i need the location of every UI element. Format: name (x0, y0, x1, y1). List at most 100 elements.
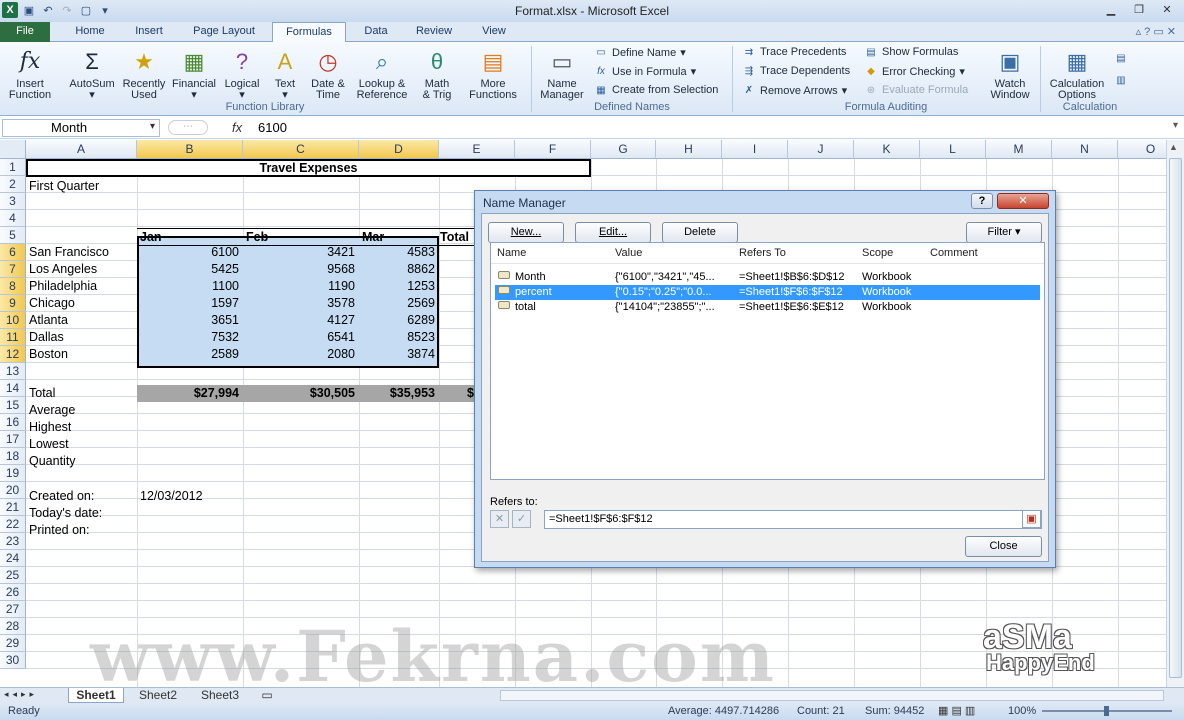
row-header-8[interactable]: 8 (0, 278, 26, 295)
text-button[interactable]: A Text ▾ (266, 46, 304, 101)
col-value-header[interactable]: Value (615, 247, 642, 259)
view-buttons-icon[interactable]: ▦ ▤ ▥ (938, 704, 975, 717)
total-jan-cell[interactable]: $27,994 (137, 385, 243, 402)
fx-icon[interactable]: fx (232, 120, 242, 135)
autosum-button[interactable]: Σ AutoSum ▾ (66, 46, 118, 101)
tab-formulas[interactable]: Formulas (272, 22, 346, 43)
col-header-l[interactable]: L (920, 140, 986, 159)
use-in-formula-button[interactable]: fx Use in Formula ▾ (594, 65, 696, 79)
sheet-tab-sheet3[interactable]: Sheet3 (192, 688, 248, 703)
value-cell-jan[interactable]: 1100 (137, 278, 243, 295)
evaluate-formula-button[interactable]: ⊛ Evaluate Formula (864, 84, 968, 96)
value-cell-jan[interactable]: 5425 (137, 261, 243, 278)
city-name-cell[interactable]: Philadelphia (29, 278, 137, 295)
value-cell-jan[interactable]: 1597 (137, 295, 243, 312)
remove-arrows-button[interactable]: ✗ Remove Arrows ▾ (742, 84, 847, 98)
cancel-edit-icon[interactable]: ✕ (490, 510, 509, 528)
row-header-4[interactable]: 4 (0, 210, 26, 227)
row-header-28[interactable]: 28 (0, 618, 26, 635)
calculate-sheet-button[interactable]: ▥ (1114, 74, 1128, 86)
row-header-21[interactable]: 21 (0, 499, 26, 516)
row-header-12[interactable]: 12 (0, 346, 26, 363)
vertical-scrollbar[interactable]: ▲ (1166, 140, 1184, 687)
lowest-label-cell[interactable]: Lowest (29, 436, 69, 453)
trace-dependents-button[interactable]: ⇶ Trace Dependents (742, 65, 850, 77)
select-all-corner[interactable] (0, 140, 26, 159)
highest-label-cell[interactable]: Highest (29, 419, 71, 436)
error-checking-button[interactable]: ◆ Error Checking ▾ (864, 65, 965, 79)
value-cell-mar[interactable]: 1253 (359, 278, 439, 295)
sheet-tab-sheet2[interactable]: Sheet2 (130, 688, 186, 703)
row-header-10[interactable]: 10 (0, 312, 26, 329)
calculation-options-button[interactable]: ▦ Calculation Options (1044, 46, 1110, 101)
col-refers-header[interactable]: Refers To (739, 247, 786, 259)
tab-view[interactable]: View (472, 22, 516, 42)
tab-insert[interactable]: Insert (124, 22, 174, 42)
value-cell-feb[interactable]: 1190 (243, 278, 359, 295)
row-header-22[interactable]: 22 (0, 516, 26, 533)
filter-button[interactable]: Filter ▾ (966, 222, 1042, 243)
col-header-c[interactable]: C (243, 140, 359, 159)
confirm-edit-icon[interactable]: ✓ (512, 510, 531, 528)
tab-file[interactable]: File (0, 22, 50, 42)
name-manager-button[interactable]: ▭ Name Manager (536, 46, 588, 101)
vertical-scroll-thumb[interactable] (1169, 158, 1182, 678)
tab-home[interactable]: Home (66, 22, 114, 42)
sheet-tab-sheet1[interactable]: Sheet1 (68, 688, 124, 703)
city-name-cell[interactable]: Dallas (29, 329, 137, 346)
value-cell-feb[interactable]: 4127 (243, 312, 359, 329)
new-name-button[interactable]: New... (488, 222, 564, 243)
value-cell-jan[interactable]: 7532 (137, 329, 243, 346)
created-on-label-cell[interactable]: Created on: (29, 488, 94, 505)
scroll-up-icon[interactable]: ▲ (1169, 142, 1178, 152)
total-grand-cell[interactable]: $ (467, 385, 474, 402)
value-cell-jan[interactable]: 6100 (137, 244, 243, 261)
name-box-dropdown-icon[interactable]: ▾ (150, 121, 155, 132)
todays-date-label-cell[interactable]: Today's date: (29, 505, 102, 522)
row-header-9[interactable]: 9 (0, 295, 26, 312)
col-header-j[interactable]: J (788, 140, 854, 159)
row-header-16[interactable]: 16 (0, 414, 26, 431)
zoom-level[interactable]: 100% (1008, 705, 1036, 717)
city-name-cell[interactable]: Los Angeles (29, 261, 137, 278)
row-header-24[interactable]: 24 (0, 550, 26, 567)
total-mar-cell[interactable]: $35,953 (359, 385, 439, 402)
col-header-h[interactable]: H (656, 140, 722, 159)
quantity-label-cell[interactable]: Quantity (29, 453, 76, 470)
col-header-b[interactable]: B (137, 140, 243, 159)
row-header-18[interactable]: 18 (0, 448, 26, 465)
value-cell-feb[interactable]: 3578 (243, 295, 359, 312)
average-label-cell[interactable]: Average (29, 402, 75, 419)
edit-name-button[interactable]: Edit... (575, 222, 651, 243)
name-box[interactable]: Month (2, 119, 160, 137)
first-quarter-cell[interactable]: First Quarter (29, 178, 99, 195)
lookup-reference-button[interactable]: ⌕ Lookup & Reference (352, 46, 412, 101)
col-header-i[interactable]: I (722, 140, 788, 159)
city-name-cell[interactable]: Atlanta (29, 312, 137, 329)
created-date-cell[interactable]: 12/03/2012 (140, 488, 203, 505)
recently-used-button[interactable]: ★ Recently Used (120, 46, 168, 101)
col-header-a[interactable]: A (26, 140, 137, 159)
row-header-29[interactable]: 29 (0, 635, 26, 652)
value-cell-jan[interactable]: 2589 (137, 346, 243, 363)
city-name-cell[interactable]: Chicago (29, 295, 137, 312)
value-cell-feb[interactable]: 3421 (243, 244, 359, 261)
col-header-d[interactable]: D (359, 140, 439, 159)
city-name-cell[interactable]: Boston (29, 346, 137, 363)
row-header-13[interactable]: 13 (0, 363, 26, 380)
sheet-nav-arrows-icon[interactable]: ◂◂▸▸ (4, 689, 38, 700)
col-name-header[interactable]: Name (497, 247, 526, 259)
city-name-cell[interactable]: San Francisco (29, 244, 137, 261)
trace-precedents-button[interactable]: ⇉ Trace Precedents (742, 46, 847, 58)
restore-icon[interactable]: ❐ (1126, 1, 1152, 18)
col-header-g[interactable]: G (591, 140, 656, 159)
date-time-button[interactable]: ◷ Date & Time (306, 46, 350, 101)
value-cell-mar[interactable]: 8862 (359, 261, 439, 278)
row-header-17[interactable]: 17 (0, 431, 26, 448)
row-header-3[interactable]: 3 (0, 193, 26, 210)
row-header-1[interactable]: 1 (0, 159, 26, 176)
row-header-6[interactable]: 6 (0, 244, 26, 261)
financial-button[interactable]: ▦ Financial ▾ (170, 46, 218, 101)
row-header-14[interactable]: 14 (0, 380, 26, 397)
calculate-now-button[interactable]: ▤ (1114, 52, 1128, 64)
